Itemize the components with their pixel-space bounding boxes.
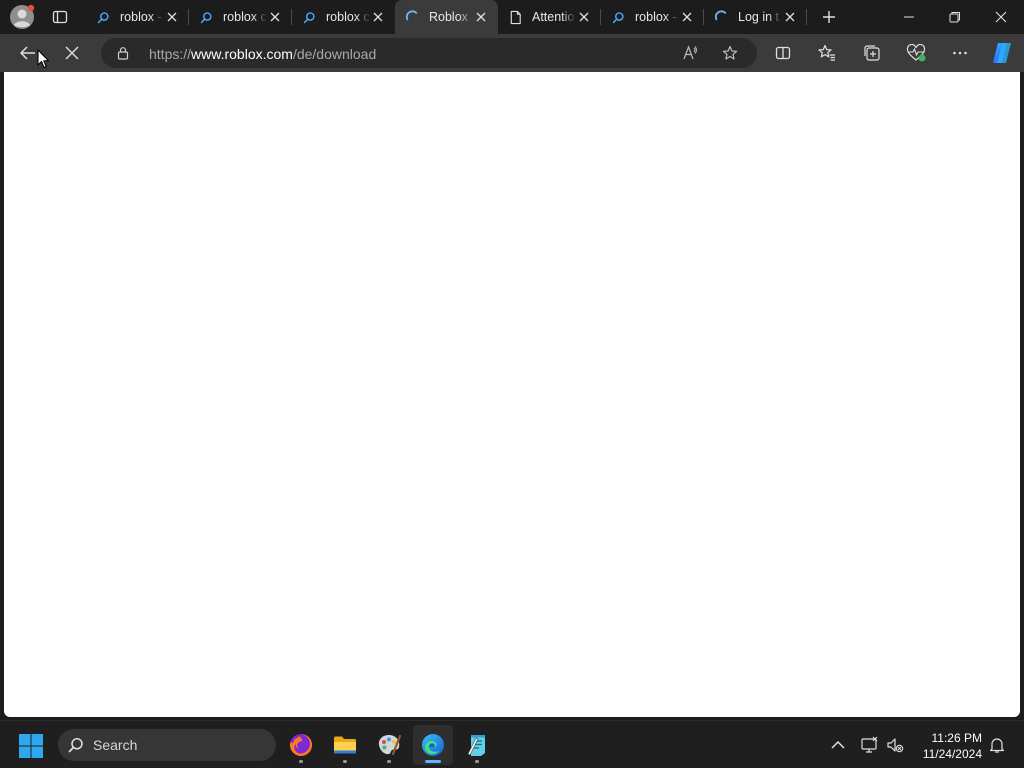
file-explorer-icon [334,736,356,754]
loading-spinner-icon [713,9,729,25]
tab[interactable]: roblox c [189,0,292,34]
url-scheme: https:// [149,46,192,62]
tab[interactable]: roblox - [86,0,189,34]
taskbar-app-firefox[interactable] [281,725,321,765]
copilot-button[interactable] [988,39,1016,67]
close-tab-icon[interactable] [372,11,384,23]
minimize-icon [904,16,914,18]
stop-loading-button[interactable] [58,39,86,67]
browser-toolbar: https://www.roblox.com/de/download [0,34,1024,72]
tab-active[interactable]: Roblox [395,0,498,34]
system-clock[interactable]: 11:26 PM 11/24/2024 [912,730,982,762]
paint-icon [378,734,402,756]
taskbar-app-file-explorer[interactable] [325,725,365,765]
lock-icon[interactable] [116,46,130,60]
new-tab-button[interactable] [816,6,842,28]
heartbeat-icon [906,44,926,62]
close-tab-icon[interactable] [475,11,487,23]
address-bar[interactable]: https://www.roblox.com/de/download [101,38,757,68]
plus-icon [823,11,835,23]
settings-more-button[interactable] [946,39,974,67]
clock-time: 11:26 PM [931,731,982,745]
tab-title: roblox - [120,10,162,24]
read-aloud-icon[interactable] [682,45,698,61]
page-viewport[interactable] [4,72,1020,717]
search-icon [610,9,626,25]
tab-title: Roblox [429,10,468,24]
tab-title: roblox c [326,10,370,24]
taskbar-app-paint[interactable] [369,725,409,765]
close-window-button[interactable] [978,0,1024,34]
running-indicator [387,760,391,763]
running-indicator [475,760,479,763]
close-icon [995,11,1007,23]
close-icon [65,46,79,60]
search-icon [301,9,317,25]
tab-strip: roblox - roblox c roblox c Roblox Attentio ro… [86,0,807,34]
search-icon [95,9,111,25]
url-path: /de/download [292,46,377,62]
taskbar: Search 11:26 PM 11/24/2024 [0,720,1024,768]
browser-essentials-button[interactable] [902,39,930,67]
search-icon [198,9,214,25]
notepad-icon [467,735,485,756]
tab[interactable]: Attentio [498,0,601,34]
notification-bell-icon[interactable] [988,736,1006,754]
tab-title: Attentio [532,10,575,24]
copilot-icon [993,43,1011,63]
restore-icon [949,12,960,23]
loading-spinner-icon [404,9,420,25]
windows-start-icon[interactable] [18,733,44,759]
taskbar-search-box[interactable]: Search [58,729,276,761]
tab-actions-menu-button[interactable] [46,5,74,29]
split-screen-button[interactable] [769,39,797,67]
favorites-button[interactable] [813,39,841,67]
profile-button[interactable] [8,3,36,31]
minimize-button[interactable] [886,0,932,34]
close-tab-icon[interactable] [166,11,178,23]
running-indicator [299,760,303,763]
more-horizontal-icon [953,51,967,55]
mouse-cursor-icon [37,49,49,69]
close-tab-icon[interactable] [784,11,796,23]
taskbar-app-edge[interactable] [413,725,453,765]
search-label: Search [93,737,138,753]
speaker-muted-icon[interactable] [886,736,904,754]
split-screen-icon [775,46,791,60]
arrow-left-icon [20,46,35,60]
tab[interactable]: roblox - [601,0,704,34]
clock-date: 11/24/2024 [922,747,982,761]
firefox-icon [290,733,313,756]
tab-actions-icon [52,10,68,24]
url-text[interactable]: https://www.roblox.com/de/download [149,46,376,62]
close-tab-icon[interactable] [269,11,281,23]
tab[interactable]: Log in t [704,0,807,34]
close-tab-icon[interactable] [681,11,693,23]
network-icon[interactable] [860,736,878,754]
tab-separator [806,9,807,25]
add-favorite-star-icon[interactable] [722,45,738,61]
document-icon [507,9,523,25]
url-host: www.roblox.com [191,46,293,62]
taskbar-app-notepad[interactable] [457,725,497,765]
search-icon [68,738,83,753]
tab-title: roblox c [223,10,267,24]
title-bar: roblox - roblox c roblox c Roblox Attentio ro… [0,0,1024,34]
profile-avatar-icon [10,4,35,29]
tab-title: roblox - [635,10,677,24]
favorites-star-list-icon [818,44,835,61]
restore-button[interactable] [932,0,978,34]
collections-icon [864,45,880,61]
collections-button[interactable] [858,39,886,67]
active-app-indicator [425,760,441,763]
chevron-up-icon[interactable] [829,736,847,754]
tab-title: Log in t [738,10,780,24]
running-indicator [343,760,347,763]
edge-icon [422,734,444,756]
close-tab-icon[interactable] [578,11,590,23]
tab[interactable]: roblox c [292,0,395,34]
